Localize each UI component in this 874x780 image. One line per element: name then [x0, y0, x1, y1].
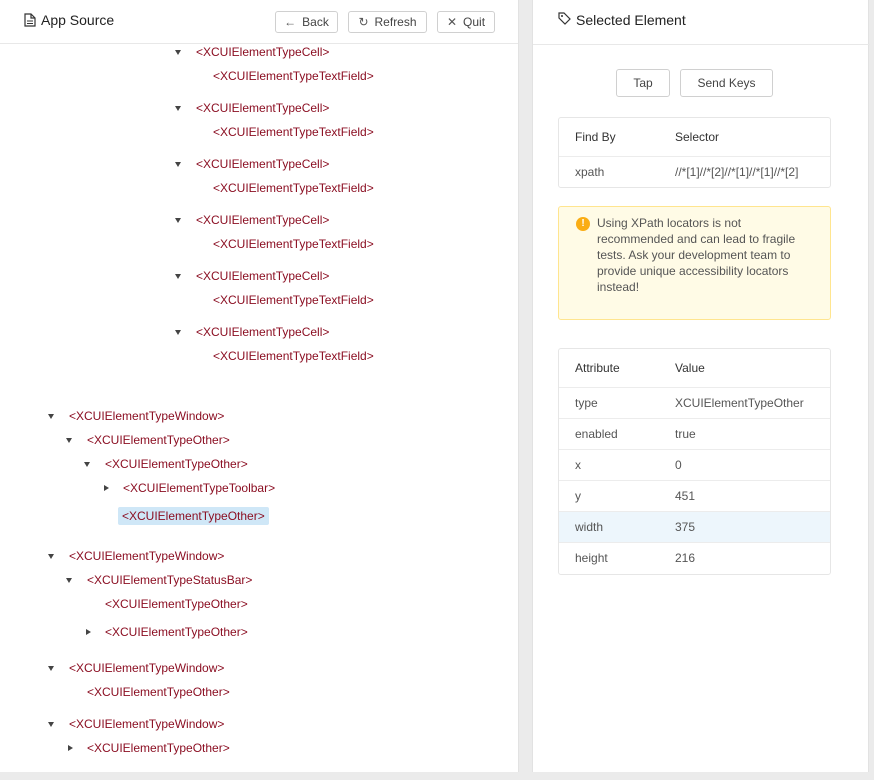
header-selector: Selector [675, 130, 720, 144]
find-by-value: xpath [575, 165, 605, 179]
quit-button-label: Quit [463, 15, 486, 29]
attributes-rows: type XCUIElementTypeOther enabled true x 0 y 45… [559, 388, 830, 574]
tree-node[interactable]: <XCUIElementTypeStatusBar> [87, 572, 252, 588]
attribute-value: true [675, 427, 696, 441]
attribute-value: 451 [675, 489, 696, 503]
caret-down-icon[interactable] [66, 438, 72, 443]
tree-node[interactable]: <XCUIElementTypeOther> [105, 456, 248, 472]
selected-element-title: Selected Element [558, 12, 686, 28]
caret-down-icon[interactable] [175, 106, 181, 111]
caret-down-icon[interactable] [175, 274, 181, 279]
tree-node[interactable]: <XCUIElementTypeCell> [196, 268, 329, 284]
back-button[interactable]: ← Back [275, 11, 338, 33]
caret-down-icon[interactable] [48, 414, 54, 419]
arrow-left-icon: ← [284, 15, 297, 29]
selected-element-panel: Selected Element Tap Send Keys Find By S… [532, 0, 870, 772]
app-source-title: App Source [24, 12, 114, 28]
caret-down-icon[interactable] [84, 462, 90, 467]
tag-icon [558, 12, 571, 28]
tree-node[interactable]: <XCUIElementTypeTextField> [213, 348, 374, 364]
selector-table: Find By Selector xpath //*[1]//*[2]//*[1… [558, 117, 831, 188]
attribute-value: 0 [675, 458, 682, 472]
tree-node[interactable]: <XCUIElementTypeToolbar> [123, 480, 275, 496]
tree-node[interactable]: <XCUIElementTypeOther> [87, 432, 230, 448]
table-row: x0 [559, 450, 830, 481]
table-row: y 451 [559, 481, 830, 512]
table-row: width 375 [559, 512, 830, 543]
app-source-title-text: App Source [41, 12, 115, 28]
attribute-value: XCUIElementTypeOther [675, 396, 804, 410]
xpath-warning-text: Using XPath locators is not recommended … [597, 216, 796, 294]
tree-node[interactable]: <XCUIElementTypeTextField> [213, 292, 374, 308]
back-button-label: Back [302, 15, 329, 29]
refresh-button[interactable]: ↻ Refresh [348, 11, 427, 33]
tree-node[interactable]: <XCUIElementTypeWindow> [69, 408, 224, 424]
table-row[interactable]: xpath //*[1]//*[2]//*[1]//*[1]//*[2] [559, 157, 830, 187]
file-text-icon [24, 13, 36, 27]
refresh-icon: ↻ [358, 15, 369, 29]
attribute-name: width [575, 520, 604, 534]
caret-down-icon[interactable] [48, 666, 54, 671]
tree-node[interactable]: <XCUIElementTypeWindow> [69, 660, 224, 676]
table-row: height 216 [559, 543, 830, 574]
caret-down-icon[interactable] [175, 50, 181, 55]
caret-down-icon[interactable] [48, 722, 54, 727]
tap-button[interactable]: Tap [616, 69, 670, 97]
tree-node-selected[interactable]: <XCUIElementTypeOther> [118, 507, 269, 525]
tree-node[interactable]: <XCUIElementTypeTextField> [213, 68, 374, 84]
header-attribute: Attribute [575, 361, 620, 375]
attribute-name: y [575, 489, 581, 503]
tree-node[interactable]: <XCUIElementTypeCell> [196, 100, 329, 116]
selected-element-header: Selected Element [533, 0, 870, 45]
tree-node[interactable]: <XCUIElementTypeTextField> [213, 124, 374, 140]
caret-right-icon[interactable] [104, 485, 109, 491]
tree-node[interactable]: <XCUIElementTypeTextField> [213, 236, 374, 252]
tree-node[interactable]: <XCUIElementTypeCell> [196, 156, 329, 172]
header-find-by: Find By [575, 130, 616, 144]
tree-node[interactable]: <XCUIElementTypeWindow> [69, 548, 224, 564]
attribute-name: height [575, 551, 608, 565]
caret-down-icon[interactable] [175, 218, 181, 223]
tree-node[interactable]: <XCUIElementTypeOther> [105, 624, 248, 640]
caret-right-icon[interactable] [86, 629, 91, 635]
tree-node[interactable]: <XCUIElementTypeCell> [196, 212, 329, 228]
table-row: enabled true [559, 419, 830, 450]
exclamation-circle-icon: ! [576, 217, 590, 231]
tree-node[interactable]: <XCUIElementTypeOther> [105, 596, 248, 612]
xpath-warning: ! Using XPath locators is not recommende… [558, 206, 831, 320]
attributes-table-header: Attribute Value [559, 349, 830, 388]
attribute-name: type [575, 396, 598, 410]
send-keys-button[interactable]: Send Keys [680, 69, 773, 97]
table-row: type XCUIElementTypeOther [559, 388, 830, 419]
app-source-header: App Source ← Back ↻ Refresh ✕ Quit [0, 0, 518, 44]
tree-node[interactable]: <XCUIElementTypeOther> [87, 740, 230, 756]
tree-node[interactable]: <XCUIElementTypeOther> [87, 684, 230, 700]
attribute-name: x [575, 458, 581, 472]
tree-node[interactable]: <XCUIElementTypeTextField> [213, 180, 374, 196]
selected-element-title-text: Selected Element [576, 12, 686, 28]
caret-right-icon[interactable] [68, 745, 73, 751]
caret-down-icon[interactable] [175, 162, 181, 167]
header-value: Value [675, 361, 705, 375]
attribute-value: 216 [675, 551, 696, 565]
attribute-value: 375 [675, 520, 696, 534]
app-source-panel: App Source ← Back ↻ Refresh ✕ Quit <XCUI… [0, 0, 519, 772]
caret-down-icon[interactable] [48, 554, 54, 559]
caret-down-icon[interactable] [175, 330, 181, 335]
selector-table-header: Find By Selector [559, 118, 830, 157]
tree-node[interactable]: <XCUIElementTypeCell> [196, 44, 329, 60]
tree-node[interactable]: <XCUIElementTypeWindow> [69, 716, 224, 732]
attributes-table: Attribute Value type XCUIElementTypeOther… [558, 348, 831, 575]
refresh-button-label: Refresh [374, 15, 417, 29]
caret-down-icon[interactable] [66, 578, 72, 583]
attribute-name: enabled [575, 427, 618, 441]
quit-button[interactable]: ✕ Quit [437, 11, 495, 33]
tree-node[interactable]: <XCUIElementTypeCell> [196, 324, 329, 340]
close-icon: ✕ [446, 15, 458, 29]
selector-value[interactable]: //*[1]//*[2]//*[1]//*[1]//*[2] [675, 165, 798, 179]
